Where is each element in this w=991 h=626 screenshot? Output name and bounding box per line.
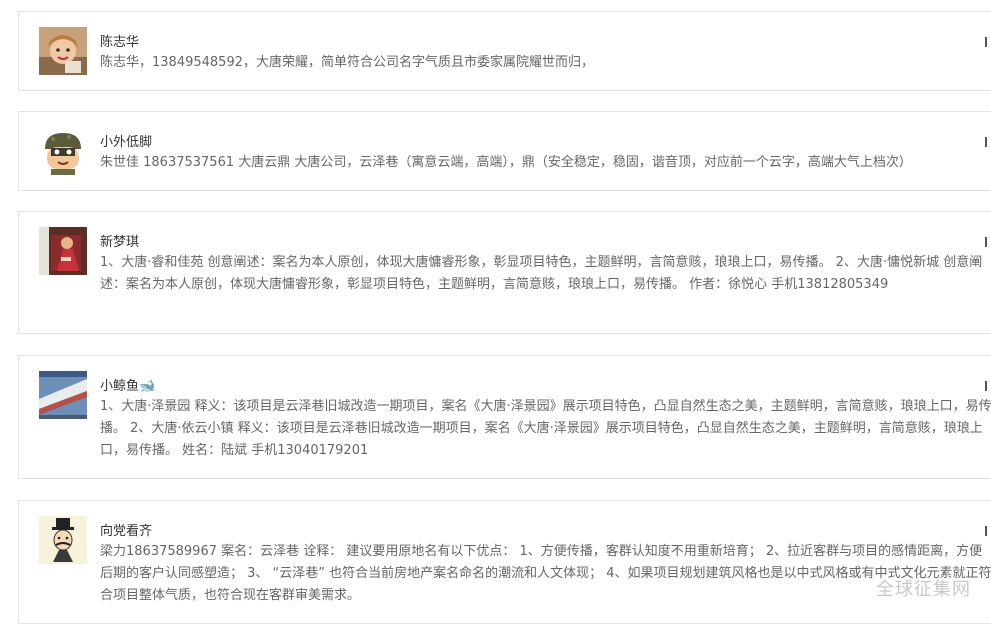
doll-photo-avatar[interactable] xyxy=(39,227,87,275)
edge-marker xyxy=(985,137,987,147)
site-watermark: 全球征集网 xyxy=(876,579,971,600)
building-photo-avatar[interactable] xyxy=(39,371,87,419)
edge-marker xyxy=(985,381,987,391)
comment-author[interactable]: 小鲸鱼🐋 xyxy=(100,375,155,394)
edge-marker xyxy=(985,526,987,536)
edge-marker xyxy=(985,237,987,247)
comment-content: 朱世佳 18637537561 大唐云鼎 大唐公司，云泽巷（寓意云端，高端），鼎… xyxy=(100,155,912,170)
comment-card: 小鲸鱼🐋 1、大唐·泽景园 释义：该项目是云泽巷旧城改造一期项目，案名《大唐·泽… xyxy=(18,355,991,479)
comment-card: 向党看齐 梁力18637589967 案名：云泽巷 诠释： 建议要用原地名有以下… xyxy=(18,500,991,624)
gentleman-cartoon-avatar[interactable] xyxy=(39,516,87,564)
edge-marker xyxy=(985,37,987,47)
comment-author[interactable]: 新梦琪 xyxy=(100,231,139,250)
comment-card: 小外低脚 朱世佳 18637537561 大唐云鼎 大唐公司，云泽巷（寓意云端，… xyxy=(18,111,991,191)
comment-author[interactable]: 陈志华 xyxy=(100,31,139,50)
soldier-cartoon-avatar[interactable] xyxy=(39,127,87,175)
comment-content: 1、大唐·泽景园 释义：该项目是云泽巷旧城改造一期项目，案名《大唐·泽景园》展示… xyxy=(100,399,991,458)
comment-content: 陈志华，13849548592，大唐荣耀，简单符合公司名字气质且市委家属院耀世而… xyxy=(100,55,594,70)
comment-card: 新梦琪 1、大唐·睿和佳苑 创意阐述：案名为本人原创，体现大唐慵睿形象，彰显项目… xyxy=(18,211,991,334)
comment-card: 陈志华 陈志华，13849548592，大唐荣耀，简单符合公司名字气质且市委家属… xyxy=(18,11,991,91)
comment-content: 1、大唐·睿和佳苑 创意阐述：案名为本人原创，体现大唐慵睿形象，彰显项目特色，主… xyxy=(100,255,983,292)
baby-photo-avatar[interactable] xyxy=(39,27,87,75)
comment-author[interactable]: 向党看齐 xyxy=(100,520,152,539)
comment-author[interactable]: 小外低脚 xyxy=(100,131,152,150)
comment-content: 梁力18637589967 案名：云泽巷 诠释： 建议要用原地名有以下优点： 1… xyxy=(100,544,991,603)
